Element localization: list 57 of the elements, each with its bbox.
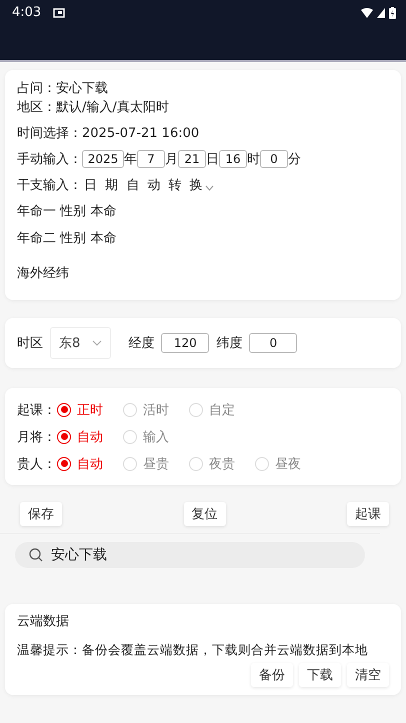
tip-text: 温馨提示：备份会覆盖云端数据，下载则合并云端数据到本地 <box>17 642 369 659</box>
input-field[interactable]: 2025 <box>82 150 124 168</box>
field-value: 安心下载 <box>56 80 108 96</box>
unit-label: 时 <box>247 151 260 168</box>
chevron-down-icon <box>92 340 102 346</box>
field-label: 时区 <box>17 335 43 352</box>
radio-option[interactable]: 活时 <box>123 400 189 418</box>
unit-label: 月 <box>165 151 178 168</box>
menu-item[interactable]: 海外经纬 <box>17 261 394 286</box>
search-field[interactable]: 安心下载 <box>15 542 365 568</box>
input-field[interactable]: 7 <box>137 150 165 168</box>
ganzhi-dropdown[interactable]: 日 期 自 动 转 换 <box>84 176 205 194</box>
input-field[interactable]: 21 <box>178 150 206 168</box>
radio-option[interactable]: 自动 <box>57 454 123 472</box>
status-time: 4:03 <box>12 5 42 20</box>
input-field[interactable]: 16 <box>219 150 247 168</box>
input-field[interactable]: 0 <box>260 150 288 168</box>
field-label: 时间选择： <box>17 125 82 142</box>
field-label: 手动输入： <box>17 151 82 168</box>
unit-label: 日 <box>206 151 219 168</box>
radio-option[interactable]: 正时 <box>57 400 123 418</box>
wifi-icon <box>361 8 373 18</box>
input-field[interactable]: 0 <box>249 333 298 353</box>
field-label: 月将： <box>17 428 57 446</box>
cloud-button[interactable]: 清空 <box>347 663 389 687</box>
action-button[interactable]: 复位 <box>184 502 226 526</box>
radio-option[interactable]: 昼夜 <box>255 454 321 472</box>
menu-item[interactable]: 年命二 性别 本命 <box>17 226 394 251</box>
search-icon <box>29 548 43 562</box>
menu-item[interactable]: 年命一 性别 本命 <box>17 199 394 224</box>
action-button[interactable]: 保存 <box>20 502 62 526</box>
cloud-button[interactable]: 备份 <box>251 663 293 687</box>
field-label: 贵人： <box>17 456 57 472</box>
section-title: 云端数据 <box>17 613 70 631</box>
field-label: 地区： <box>17 98 56 116</box>
field-label: 纬度 <box>216 335 242 352</box>
chevron-down-icon <box>204 185 214 191</box>
cloud-button[interactable]: 下载 <box>299 663 341 687</box>
radio-option[interactable]: 自定 <box>189 400 255 418</box>
field-label: 起课： <box>17 402 57 418</box>
radio-option[interactable]: 昼贵 <box>123 454 189 472</box>
signal-icon <box>377 8 385 18</box>
notification-icon <box>53 8 66 18</box>
field-label: 干支输入： <box>17 177 82 194</box>
timezone-dropdown[interactable]: 东8 <box>50 327 112 359</box>
field-label: 经度 <box>128 335 154 352</box>
unit-label: 分 <box>288 151 301 168</box>
field-label: 占问： <box>17 80 56 96</box>
action-button[interactable]: 起课 <box>347 502 389 526</box>
radio-option[interactable]: 夜贵 <box>189 454 255 472</box>
input-field[interactable]: 120 <box>161 333 210 353</box>
field-value: 默认/输入/真太阳时 <box>56 98 169 116</box>
unit-label: 年 <box>124 151 137 168</box>
radio-option[interactable]: 输入 <box>123 428 189 446</box>
field-value: 2025-07-21 16:00 <box>82 126 200 140</box>
battery-icon <box>389 6 396 18</box>
radio-option[interactable]: 自动 <box>57 428 123 446</box>
